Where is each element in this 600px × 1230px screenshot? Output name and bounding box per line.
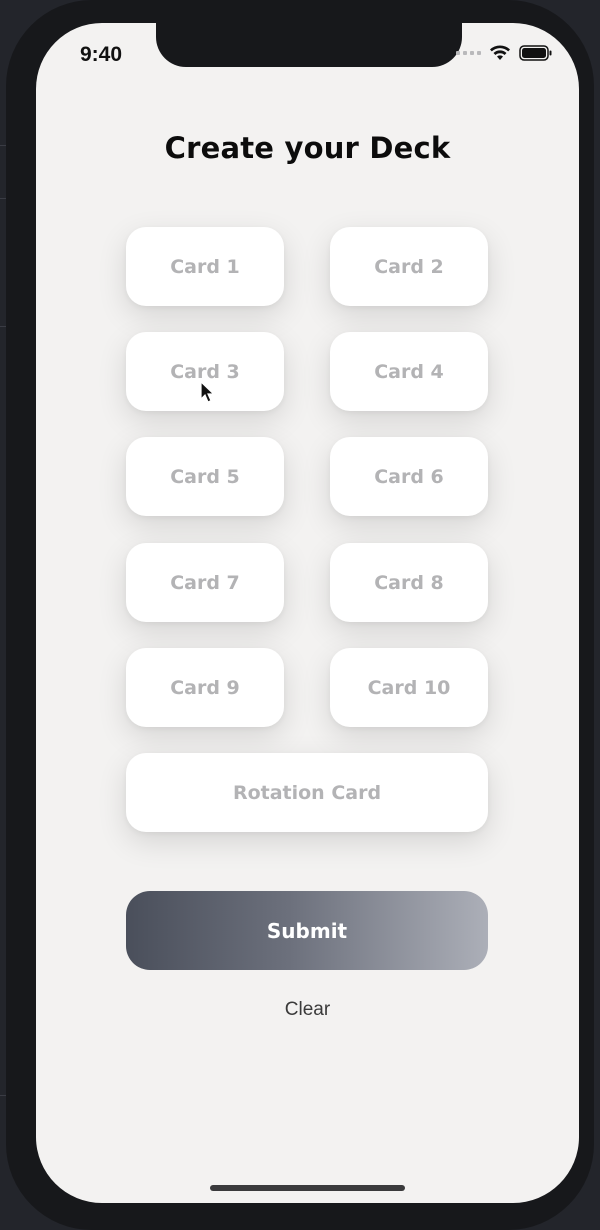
signal-dots-icon xyxy=(456,51,481,55)
home-indicator xyxy=(210,1185,405,1191)
battery-icon xyxy=(519,45,552,61)
page-title: Create your Deck xyxy=(164,131,451,165)
wifi-icon xyxy=(490,45,510,60)
notch xyxy=(156,23,462,67)
submit-button[interactable]: Submit xyxy=(126,891,488,970)
card-1-slot[interactable]: Card 1 xyxy=(126,227,284,306)
card-2-slot[interactable]: Card 2 xyxy=(330,227,488,306)
mouse-cursor-icon xyxy=(200,381,215,403)
phone-frame: 9:40 Create your Deck Card 1 Card 2 Card… xyxy=(6,0,594,1230)
card-4-slot[interactable]: Card 4 xyxy=(330,332,488,411)
card-9-slot[interactable]: Card 9 xyxy=(126,648,284,727)
card-7-slot[interactable]: Card 7 xyxy=(126,543,284,622)
status-time: 9:40 xyxy=(80,43,123,66)
app-screen: 9:40 Create your Deck Card 1 Card 2 Card… xyxy=(36,23,579,1203)
status-icons xyxy=(456,45,553,61)
card-10-slot[interactable]: Card 10 xyxy=(330,648,488,727)
card-5-slot[interactable]: Card 5 xyxy=(126,437,284,516)
clear-button[interactable]: Clear xyxy=(36,999,579,1021)
rotation-card-slot[interactable]: Rotation Card xyxy=(126,753,488,832)
card-8-slot[interactable]: Card 8 xyxy=(330,543,488,622)
card-6-slot[interactable]: Card 6 xyxy=(330,437,488,516)
